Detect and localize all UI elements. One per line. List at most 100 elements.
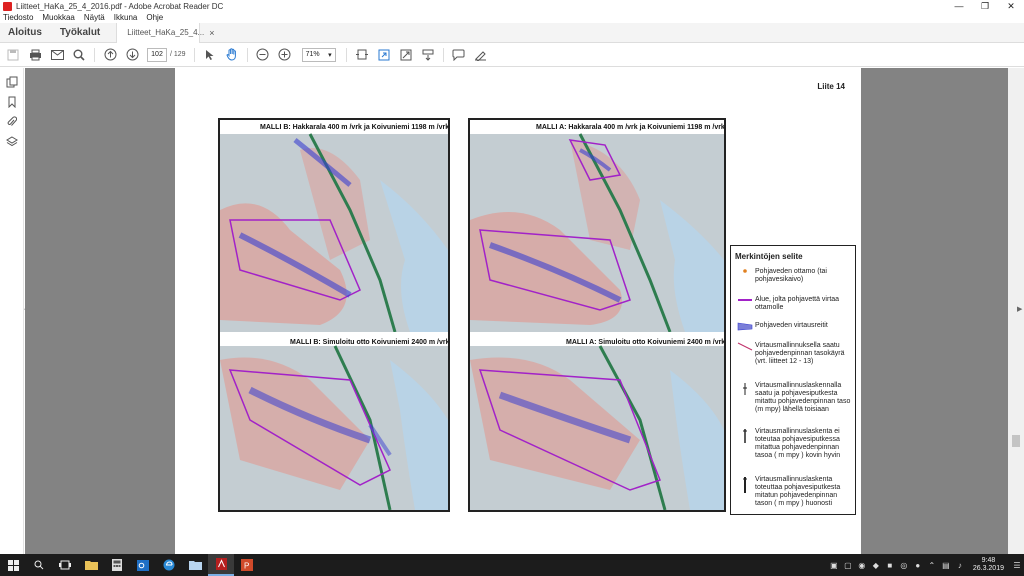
map-title-top-right: MALLI A: Hakkarala 400 m /vrk ja Koivuni… [536,124,725,131]
clock-date: 26.3.2019 [972,565,1004,572]
tray-app-icon[interactable]: ◆ [869,561,883,570]
tab-home[interactable]: Aloitus [8,27,42,38]
legend-item-well-good: Virtausmallinnuslaskennalla saatu ja poh… [735,382,855,414]
toolbar-separator [246,47,248,62]
menu-file[interactable]: Tiedosto [3,13,33,22]
file-explorer-icon[interactable] [78,554,104,576]
zoom-in-icon[interactable] [274,44,296,66]
sign-icon[interactable] [470,44,492,66]
attachment-icon[interactable] [0,112,24,132]
tray-app-icon[interactable]: ◎ [897,561,911,570]
tab-tools[interactable]: Työkalut [60,27,100,38]
page-up-icon[interactable] [99,44,121,66]
zoom-out-icon[interactable] [252,44,274,66]
menu-window[interactable]: Ikkuna [114,13,138,22]
scrollbar-thumb[interactable] [1012,435,1020,447]
layers-icon[interactable] [0,132,24,152]
bookmark-icon[interactable] [0,92,24,112]
window-title: Liitteet_HaKa_25_4_2016.pdf - Adobe Acro… [16,1,224,11]
hand-icon[interactable] [221,44,243,66]
menu-help[interactable]: Ohje [146,13,163,22]
network-icon[interactable]: ▤ [939,561,953,570]
menu-bar: Tiedosto Muokkaa Näytä Ikkuna Ohje [0,12,1024,23]
page-number-input[interactable]: 102 [147,47,167,62]
email-icon[interactable] [46,44,68,66]
task-view-icon[interactable] [52,554,78,576]
outlook-icon[interactable] [130,554,156,576]
map-legend: Merkintöjen selite Pohjaveden ottamo (ta… [730,245,856,515]
acrobat-app-icon [3,1,12,11]
title-bar: Liitteet_HaKa_25_4_2016.pdf - Adobe Acro… [0,0,1024,12]
contour-line-icon [735,342,755,366]
comment-icon[interactable] [448,44,470,66]
legend-title: Merkintöjen selite [735,252,803,261]
acrobat-taskbar-icon[interactable] [208,554,234,576]
legend-item-flow: Pohjaveden virtausreitit [735,322,855,331]
pdf-page: Liite 14 MALLI B: Hakkarala 400 m /vrk j… [175,68,861,554]
page-label: Liite 14 [817,82,845,91]
tray-app-icon[interactable]: ▢ [841,561,855,570]
powerpoint-icon[interactable]: P [234,554,260,576]
tab-bar: Aloitus Työkalut Liitteet_HaKa_25_4... × [0,22,1024,43]
search-icon[interactable] [26,554,52,576]
toolbar: 102 / 129 71% ▾ [0,43,1024,67]
left-navigation-rail [0,68,24,554]
fullscreen-icon[interactable] [395,44,417,66]
edge-browser-icon[interactable] [156,554,182,576]
toolbar-separator [345,47,347,62]
save-icon[interactable] [2,44,24,66]
legend-item-well-poor: Virtausmallinnuslaskenta toteuttaa pohja… [735,476,855,508]
windows-start-icon[interactable] [0,554,26,576]
restore-button[interactable]: ❐ [972,1,998,12]
calculator-icon[interactable] [104,554,130,576]
folder-icon[interactable] [182,554,208,576]
document-viewer[interactable]: Liite 14 MALLI B: Hakkarala 400 m /vrk j… [25,68,1008,554]
volume-icon[interactable]: ♪ [953,561,967,570]
tray-app-icon[interactable]: ▣ [827,561,841,570]
toolbar-separator [193,47,195,62]
system-tray: ▣ ▢ ◉ ◆ ■ ◎ ● ⌃ ▤ ♪ 9:48 26.3.2019 ☰ [827,557,1024,573]
menu-view[interactable]: Näytä [84,13,105,22]
toolbar-separator [442,47,444,62]
map-title-bottom-right: MALLI A: Simuloitu otto Koivuniemi 2400 … [566,339,726,346]
area-line-icon [735,296,755,312]
zoom-value: 71% [305,51,320,58]
map-frame-malli-b: MALLI B: Hakkarala 400 m /vrk ja Koivuni… [218,118,450,512]
map-title-bottom-left: MALLI B: Simuloitu otto Koivuniemi 2400 … [290,339,450,346]
tray-app-icon[interactable]: ◉ [855,561,869,570]
close-window-button[interactable]: ✕ [998,1,1024,12]
select-arrow-icon[interactable] [199,44,221,66]
tab-document[interactable]: Liitteet_HaKa_25_4... × [116,22,215,43]
well-poor-icon [735,476,755,508]
svg-text:P: P [244,562,249,571]
notification-icon[interactable]: ☰ [1010,561,1024,570]
zoom-dropdown[interactable]: 71% ▾ [301,47,336,62]
page-total: / 129 [170,51,186,58]
map-frame-malli-a: MALLI A: Hakkarala 400 m /vrk ja Koivuni… [468,118,726,512]
well-fair-icon [735,428,755,460]
legend-item-well-fair: Virtausmallinnuslaskenta ei toteutaa poh… [735,428,855,460]
page-down-icon[interactable] [121,44,143,66]
minimize-button[interactable]: — [946,1,972,11]
tray-app-icon[interactable]: ■ [883,561,897,570]
rotate-icon[interactable] [373,44,395,66]
chevron-up-icon[interactable]: ⌃ [925,561,939,570]
collapse-right-panel-icon[interactable]: ▶ [1017,305,1022,313]
flow-route-icon [735,322,755,331]
legend-item-area: Alue, jolta pohjavettä virtaa ottamolle [735,296,855,312]
menu-edit[interactable]: Muokkaa [42,13,74,22]
page-thumbnails-icon[interactable] [0,72,24,92]
clock[interactable]: 9:48 26.3.2019 [973,557,1004,573]
intake-point-icon [735,268,755,284]
chevron-down-icon: ▾ [328,51,332,59]
windows-taskbar: P ▣ ▢ ◉ ◆ ■ ◎ ● ⌃ ▤ ♪ 9:48 26.3.2019 ☰ [0,554,1024,576]
search-icon[interactable] [68,44,90,66]
fit-page-icon[interactable] [351,44,373,66]
tray-app-icon[interactable]: ● [911,561,925,570]
print-icon[interactable] [24,44,46,66]
map-title-top-left: MALLI B: Hakkarala 400 m /vrk ja Koivuni… [260,124,450,131]
toolbar-separator [94,47,95,62]
legend-item-intake: Pohjaveden ottamo (tai pohjavesikaivo) [735,268,855,284]
scroll-mode-icon[interactable] [417,44,439,66]
close-tab-icon[interactable]: × [209,28,214,38]
